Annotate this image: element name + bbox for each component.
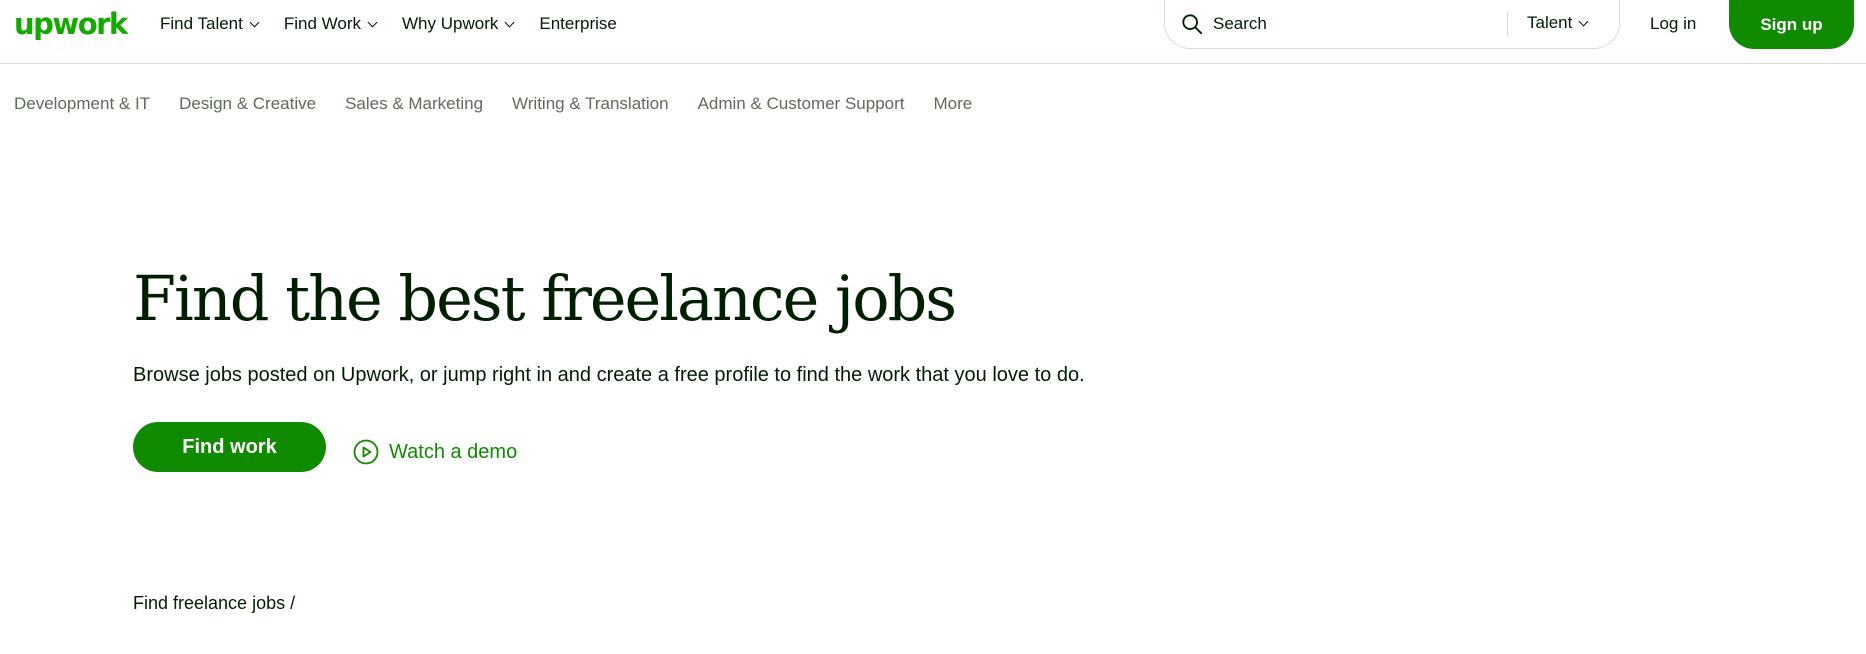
chevron-down-icon (504, 17, 515, 27)
find-work-button[interactable]: Find work (133, 422, 326, 472)
nav-why-upwork-label: Why Upwork (402, 14, 499, 33)
hero-title: Find the best freelance jobs (133, 262, 957, 335)
watch-demo-link[interactable]: Watch a demo (353, 439, 517, 465)
search-scope-select[interactable]: Talent (1527, 13, 1589, 33)
category-more[interactable]: More (933, 94, 972, 114)
play-circle-icon (353, 439, 379, 465)
upwork-logo[interactable]: upwork (14, 6, 128, 42)
hero-subtitle: Browse jobs posted on Upwork, or jump ri… (133, 364, 1085, 386)
nav-find-work[interactable]: Find Work (283, 14, 378, 34)
chevron-down-icon (249, 17, 260, 27)
main-nav: Find Talent Find Work Why Upwork Enterpr… (160, 0, 643, 48)
nav-find-talent[interactable]: Find Talent (160, 14, 260, 34)
nav-enterprise[interactable]: Enterprise (539, 14, 616, 34)
watch-demo-label: Watch a demo (389, 440, 518, 463)
category-nav: Development & IT Design & Creative Sales… (14, 94, 1001, 114)
search-scope-label: Talent (1527, 13, 1573, 32)
chevron-down-icon (367, 17, 378, 27)
nav-why-upwork[interactable]: Why Upwork (402, 14, 515, 34)
category-writing-translation[interactable]: Writing & Translation (512, 94, 669, 114)
login-link[interactable]: Log in (1650, 14, 1696, 34)
site-header: upwork Find Talent Find Work Why Upwork … (0, 0, 1866, 64)
category-sales-marketing[interactable]: Sales & Marketing (345, 94, 483, 114)
search-icon (1182, 14, 1203, 35)
chevron-down-icon (1578, 16, 1589, 26)
category-design-creative[interactable]: Design & Creative (179, 94, 316, 114)
nav-find-work-label: Find Work (283, 14, 362, 33)
search-bar: Talent (1164, 0, 1620, 49)
nav-find-talent-label: Find Talent (160, 14, 243, 33)
search-input[interactable] (1213, 12, 1413, 36)
search-divider (1507, 12, 1508, 36)
nav-enterprise-label: Enterprise (539, 14, 617, 33)
signup-button[interactable]: Sign up (1729, 0, 1854, 49)
logo-text: upwork (14, 7, 128, 41)
category-admin-support[interactable]: Admin & Customer Support (698, 94, 905, 114)
category-development-it[interactable]: Development & IT (14, 94, 150, 114)
breadcrumb: Find freelance jobs / (133, 593, 296, 613)
